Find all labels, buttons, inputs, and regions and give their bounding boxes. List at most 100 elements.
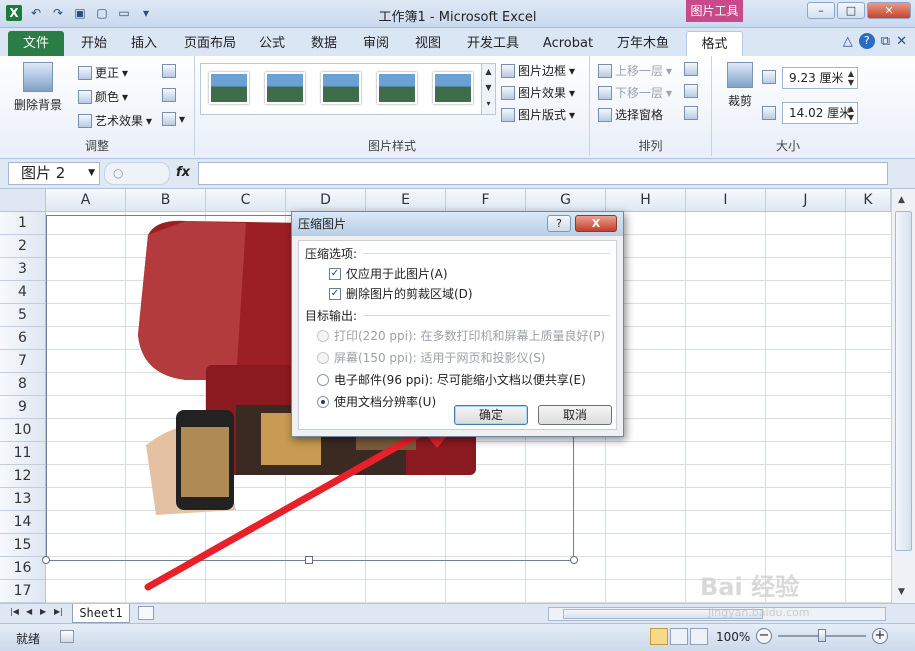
resize-handle-corner[interactable] (42, 556, 50, 564)
style-thumb[interactable] (433, 72, 473, 104)
vertical-scroll-thumb[interactable] (895, 211, 912, 551)
corrections-button[interactable]: 更正 ▾ (78, 64, 128, 81)
dialog-close-button[interactable]: X (575, 215, 617, 232)
column-header[interactable]: F (446, 189, 526, 212)
style-thumb[interactable] (377, 72, 417, 104)
tab-page-layout[interactable]: 页面布局 (178, 31, 242, 56)
row-header[interactable]: 1 (0, 212, 46, 235)
document-resolution-option[interactable]: 使用文档分辨率(U) (317, 393, 436, 410)
next-sheet-icon[interactable]: ▶ (40, 607, 46, 616)
zoom-in-icon[interactable]: + (872, 628, 888, 644)
row-header[interactable]: 14 (0, 511, 46, 534)
artistic-effects-button[interactable]: 艺术效果 ▾ (78, 112, 152, 129)
column-header[interactable]: A (46, 189, 126, 212)
minimize-ribbon-icon[interactable]: △ (843, 34, 853, 49)
picture-styles-gallery[interactable]: ▲ ▼ ▾ (200, 63, 496, 115)
resize-handle-corner[interactable] (570, 556, 578, 564)
column-header[interactable]: H (606, 189, 686, 212)
checkbox-checked-icon[interactable]: ✓ (329, 267, 341, 280)
style-thumb[interactable] (209, 72, 249, 104)
change-picture-button[interactable] (162, 88, 176, 102)
height-field[interactable]: 9.23 厘米 ▲ ▼ (782, 67, 858, 89)
normal-view-icon[interactable] (650, 628, 668, 645)
zoom-slider-knob[interactable] (818, 629, 826, 642)
crop-button[interactable]: 裁剪 (720, 62, 760, 109)
cancel-button[interactable]: 取消 (538, 405, 612, 425)
zoom-level[interactable]: 100% (716, 630, 750, 644)
row-header[interactable]: 7 (0, 350, 46, 373)
column-header[interactable]: G (526, 189, 606, 212)
last-sheet-icon[interactable]: ▶| (54, 607, 63, 616)
minimize-button[interactable]: – (807, 2, 835, 19)
row-header[interactable]: 2 (0, 235, 46, 258)
page-break-view-icon[interactable] (690, 628, 708, 645)
row-header[interactable]: 3 (0, 258, 46, 281)
selection-pane-button[interactable]: 选择窗格 (598, 106, 663, 123)
maximize-button[interactable]: □ (837, 2, 865, 19)
close-window-button[interactable]: ✕ (867, 2, 911, 19)
row-header[interactable]: 12 (0, 465, 46, 488)
first-sheet-icon[interactable]: |◀ (10, 607, 19, 616)
resize-handle-bottom[interactable] (305, 556, 313, 564)
page-layout-view-icon[interactable] (670, 628, 688, 645)
column-header[interactable]: D (286, 189, 366, 212)
scroll-down-icon[interactable]: ▼ (898, 587, 905, 597)
radio-selected-icon[interactable] (317, 395, 329, 408)
gallery-scroll[interactable]: ▲ ▼ ▾ (481, 64, 495, 114)
tab-acrobat[interactable]: Acrobat (536, 31, 600, 56)
tab-view[interactable]: 视图 (406, 31, 450, 56)
sheet-tab-sheet1[interactable]: Sheet1 (72, 604, 130, 623)
rotate-button[interactable] (684, 106, 698, 120)
prev-sheet-icon[interactable]: ◀ (26, 607, 32, 616)
tab-home[interactable]: 开始 (72, 31, 116, 56)
email-96ppi-option[interactable]: 电子邮件(96 ppi): 尽可能缩小文档以便共享(E) (317, 371, 586, 388)
row-header[interactable]: 11 (0, 442, 46, 465)
picture-effects-button[interactable]: 图片效果 ▾ (501, 84, 575, 101)
align-button[interactable] (684, 62, 698, 76)
style-thumb[interactable] (265, 72, 305, 104)
tab-insert[interactable]: 插入 (122, 31, 166, 56)
column-header[interactable]: K (846, 189, 891, 212)
group-objects-button[interactable] (684, 84, 698, 98)
row-header[interactable]: 17 (0, 580, 46, 603)
macro-record-icon[interactable] (60, 630, 74, 643)
formula-input[interactable] (198, 162, 888, 185)
row-header[interactable]: 15 (0, 534, 46, 557)
row-header[interactable]: 9 (0, 396, 46, 419)
delete-cropped-areas-option[interactable]: ✓ 删除图片的剪裁区域(D) (329, 285, 473, 302)
vertical-scrollbar[interactable]: ▲ ▼ (891, 189, 915, 603)
picture-layout-button[interactable]: 图片版式 ▾ (501, 106, 575, 123)
help-icon[interactable]: ? (858, 33, 875, 49)
zoom-out-icon[interactable]: − (756, 628, 772, 644)
send-backward-button[interactable]: 下移一层 ▾ (598, 84, 672, 101)
row-header[interactable]: 8 (0, 373, 46, 396)
row-header[interactable]: 4 (0, 281, 46, 304)
color-button[interactable]: 颜色 ▾ (78, 88, 128, 105)
close-workbook-icon[interactable]: ✕ (896, 34, 907, 49)
width-field[interactable]: 14.02 厘米 ▲ ▼ (782, 102, 858, 124)
ok-button[interactable]: 确定 (454, 405, 528, 425)
style-thumb[interactable] (321, 72, 361, 104)
scroll-up-icon[interactable]: ▲ (898, 195, 905, 205)
radio-icon[interactable] (317, 373, 329, 386)
picture-border-button[interactable]: 图片边框 ▾ (501, 62, 575, 79)
chevron-down-icon[interactable]: ▼ (88, 163, 95, 184)
column-header[interactable]: C (206, 189, 286, 212)
tab-developer[interactable]: 开发工具 (460, 31, 526, 56)
compress-pictures-button[interactable] (162, 64, 176, 78)
tab-data[interactable]: 数据 (302, 31, 346, 56)
column-header[interactable]: E (366, 189, 446, 212)
apply-only-this-picture-option[interactable]: ✓ 仅应用于此图片(A) (329, 265, 448, 282)
bring-forward-button[interactable]: 上移一层 ▾ (598, 62, 672, 79)
column-header[interactable]: I (686, 189, 766, 212)
column-header[interactable]: B (126, 189, 206, 212)
restore-workbook-icon[interactable]: ⧉ (881, 34, 890, 49)
tab-file[interactable]: 文件 (8, 31, 64, 56)
checkbox-checked-icon[interactable]: ✓ (329, 287, 341, 300)
insert-sheet-icon[interactable] (138, 606, 154, 620)
row-header[interactable]: 5 (0, 304, 46, 327)
remove-background-button[interactable]: 删除背景 (10, 62, 66, 113)
row-header[interactable]: 13 (0, 488, 46, 511)
tab-review[interactable]: 审阅 (354, 31, 398, 56)
name-box[interactable]: 图片 2 ▼ (8, 162, 100, 185)
